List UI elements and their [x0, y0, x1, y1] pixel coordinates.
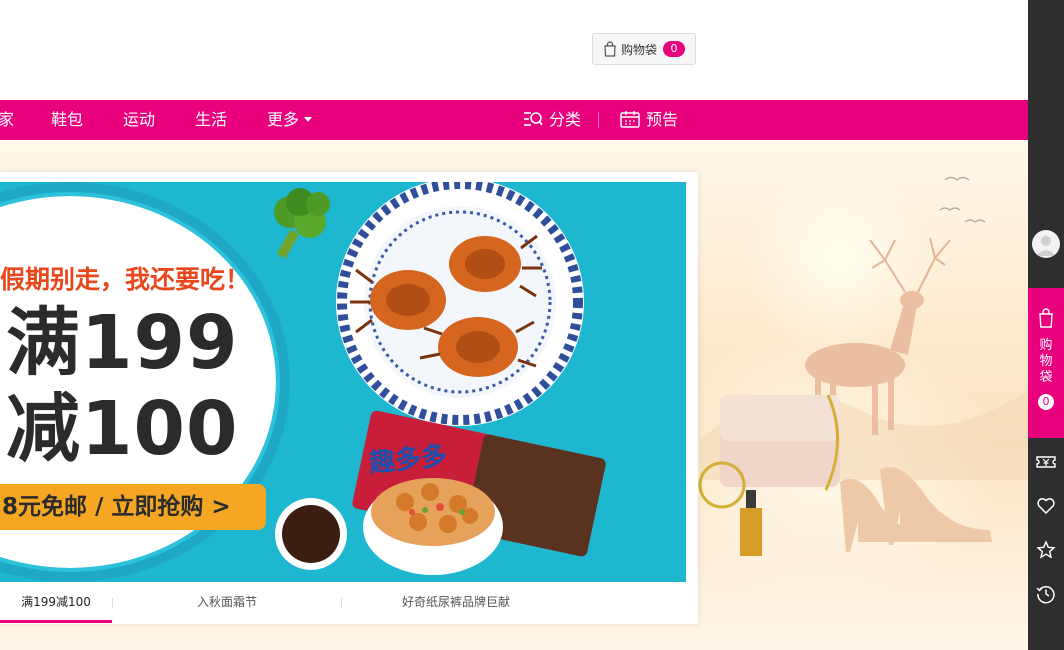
promo-tab-1[interactable]: 满199减100 — [0, 582, 112, 624]
promo-card: 假期别走，我还要吃！ 满199 减100 8元免邮 / 立即抢购 > 趣多多 满… — [0, 172, 698, 624]
header-cart-label: 购物袋 — [621, 42, 658, 57]
active-tab-indicator — [0, 620, 112, 623]
category-search-icon — [524, 112, 543, 126]
avatar[interactable] — [1032, 230, 1060, 258]
sidebar-cart-label: 购物袋 — [1039, 338, 1053, 385]
caret-down-icon — [304, 117, 313, 122]
nav-preview-label: 预告 — [646, 110, 679, 129]
nav-preview-button[interactable]: 预告 — [620, 100, 678, 140]
nav-item-sports[interactable]: 运动 — [123, 100, 155, 140]
shopping-bag-icon — [1039, 308, 1053, 328]
star-icon[interactable] — [1036, 540, 1056, 560]
sidebar-cart-count-badge: 0 — [1038, 394, 1054, 410]
nav-item-home[interactable]: 家 — [0, 100, 14, 140]
nav-more-label: 更多 — [267, 110, 300, 129]
header-cart-count-badge: 0 — [663, 41, 686, 57]
promo-tab-3[interactable]: 好奇纸尿裤品牌巨献 — [342, 582, 570, 624]
promo-tabs: 满199减100 入秋面霜节 好奇纸尿裤品牌巨献 — [0, 582, 686, 624]
promo-food-illustration: 趣多多 — [274, 182, 606, 575]
nav-item-more[interactable]: 更多 — [267, 100, 313, 140]
promo-banner-image[interactable]: 假期别走，我还要吃！ 满199 减100 8元免邮 / 立即抢购 > 趣多多 — [0, 182, 686, 582]
nav-category-button[interactable]: 分类 — [523, 100, 581, 140]
nav-item-shoes-bags[interactable]: 鞋包 — [51, 100, 83, 140]
calendar-icon — [620, 111, 640, 128]
sidebar-cart-button[interactable]: 购物袋 0 — [1028, 288, 1064, 438]
main-nav: 家 鞋包 运动 生活 更多 分类 预告 — [0, 100, 1028, 140]
heart-icon[interactable] — [1036, 496, 1056, 516]
header-cart-button[interactable]: 购物袋 0 — [592, 33, 696, 65]
history-clock-icon[interactable] — [1036, 584, 1056, 604]
right-sidebar: 购物袋 0 — [1028, 0, 1064, 650]
nav-divider — [598, 112, 599, 128]
user-avatar-icon — [1036, 236, 1056, 256]
nav-item-life[interactable]: 生活 — [195, 100, 227, 140]
nav-category-label: 分类 — [549, 110, 582, 129]
shopping-bag-icon — [604, 41, 616, 57]
promo-tab-2[interactable]: 入秋面霜节 — [113, 582, 341, 624]
top-header: 购物袋 0 — [0, 0, 1028, 100]
coupon-icon[interactable] — [1036, 452, 1056, 472]
